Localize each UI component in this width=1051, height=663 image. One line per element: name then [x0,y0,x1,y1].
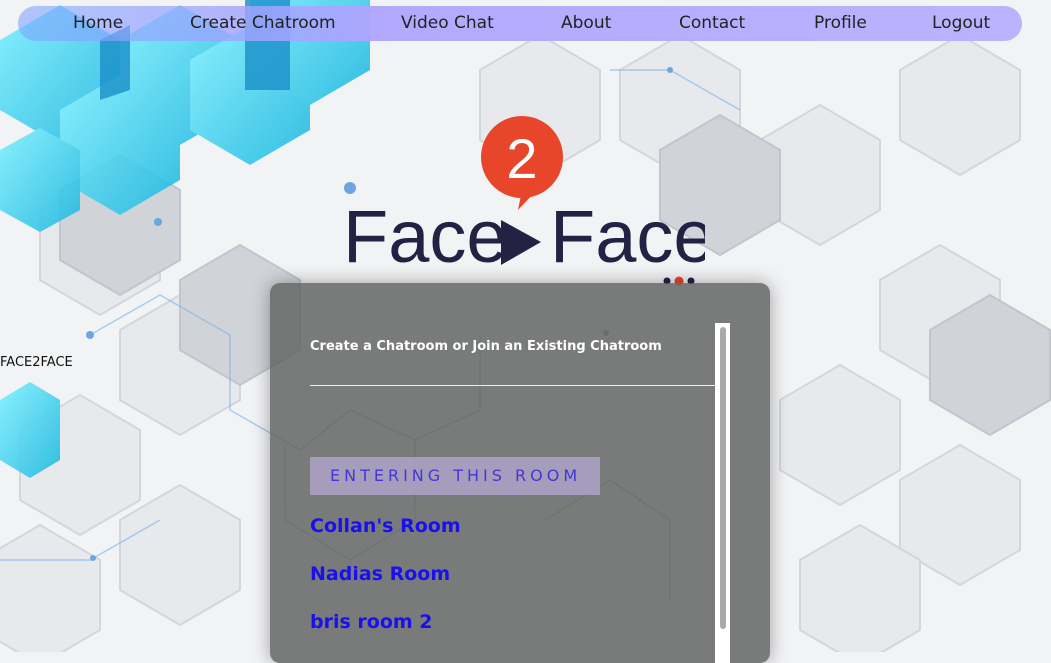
room-link-bris-room-2[interactable]: bris room 2 [310,611,433,633]
scrollbar-thumb[interactable] [720,327,726,629]
logo-badge-number: 2 [506,127,537,190]
nav-contact-link[interactable]: Contact [679,6,745,41]
logo-right-word: Face [550,195,705,278]
logo-left-word: Face [343,195,508,278]
chatroom-panel: Create a Chatroom or Join an Existing Ch… [270,283,770,663]
nav-create-chatroom-link[interactable]: Create Chatroom [190,6,336,41]
play-icon [501,220,541,265]
nav-about-link[interactable]: About [561,6,611,41]
side-brand-label: FACE2FACE [0,355,73,370]
nav-video-chat-link[interactable]: Video Chat [401,6,494,41]
nav-profile-link[interactable]: Profile [814,6,867,41]
nav-home-link[interactable]: Home [73,6,123,41]
panel-heading: Create a Chatroom or Join an Existing Ch… [310,339,662,354]
room-link-collans-room[interactable]: Collan's Room [310,515,461,537]
nav-logout-link[interactable]: Logout [932,6,990,41]
entering-room-banner: ENTERING THIS ROOM [310,457,600,495]
top-navbar: Home Create Chatroom Video Chat About Co… [18,6,1022,41]
room-link-nadias-room[interactable]: Nadias Room [310,563,450,585]
heading-divider [310,385,716,386]
face2face-logo: 2 Face Face [343,116,705,286]
